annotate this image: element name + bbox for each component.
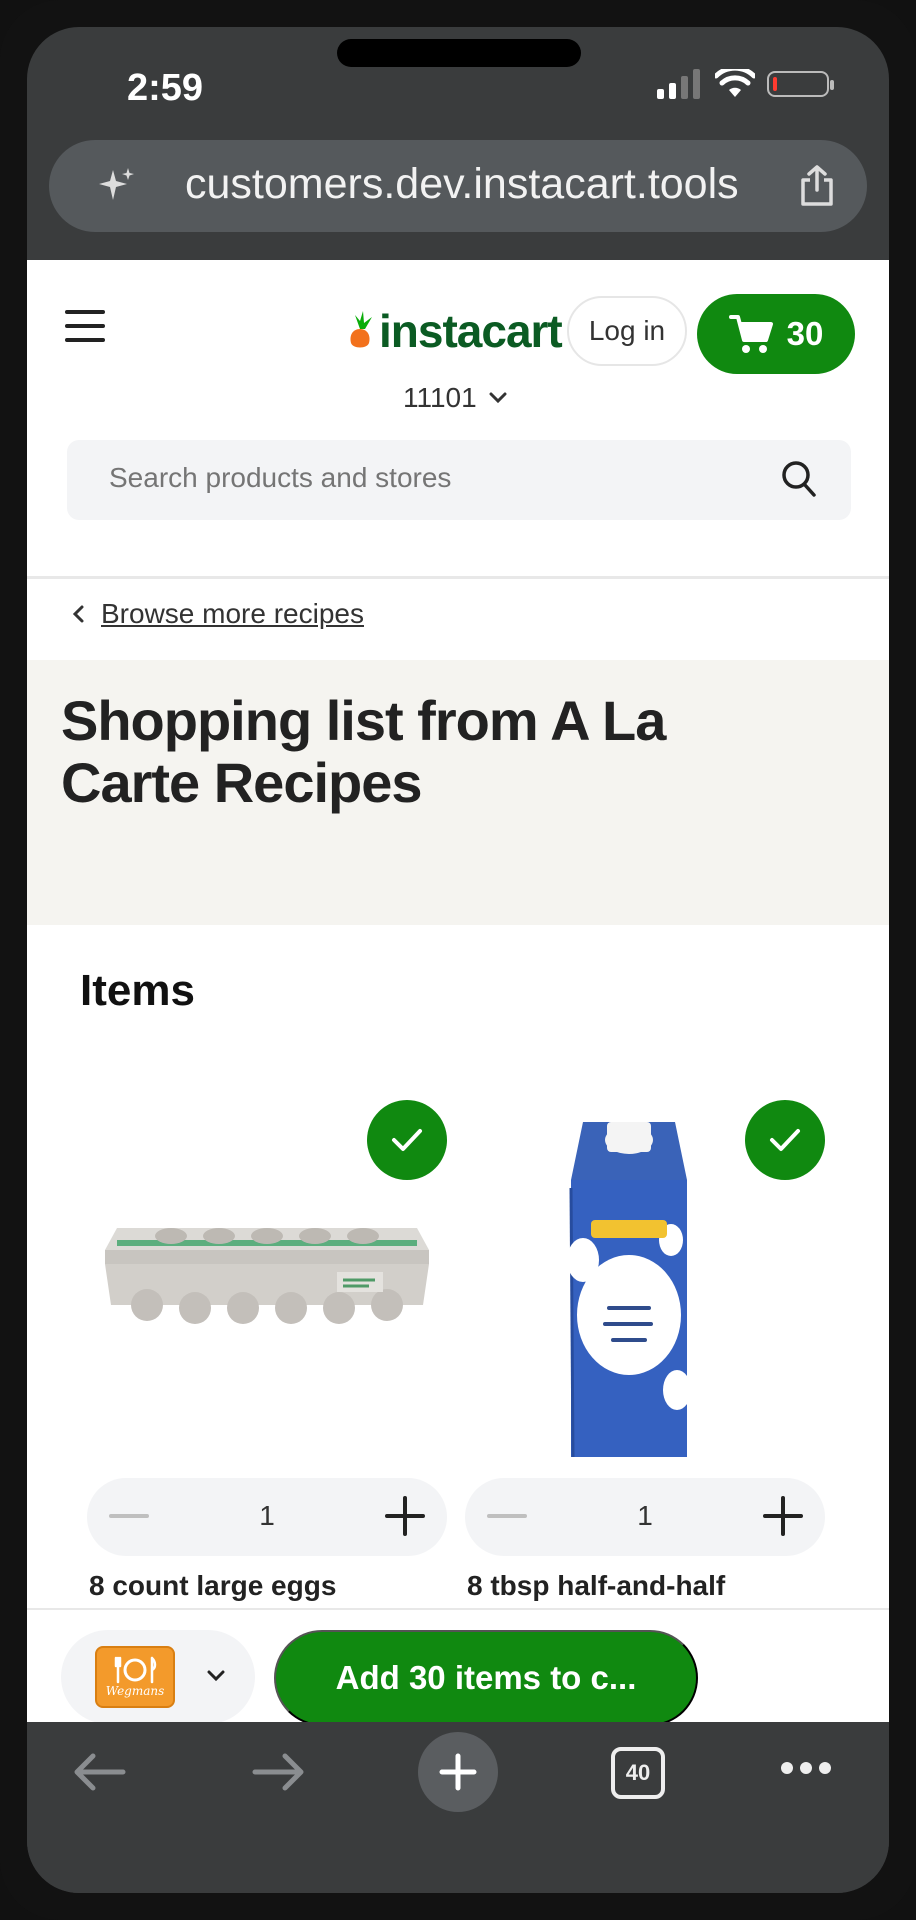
selected-checkmark[interactable] [367,1100,447,1180]
share-icon[interactable] [797,164,837,208]
carrot-icon [350,311,372,348]
address-bar[interactable]: customers.dev.instacart.tools [49,140,867,232]
sparkle-icon[interactable] [97,166,137,206]
page-title: Shopping list from A La Carte Recipes [61,689,666,814]
plus-icon[interactable] [761,1494,805,1538]
cart-button[interactable]: 30 [697,294,855,374]
header-divider [27,576,889,579]
product-card[interactable]: 1 8 tbsp half-and-half [465,1060,825,1601]
wifi-icon [715,69,755,97]
device-screen: 2:59 customers.dev.instacart.tools insta… [27,27,889,1893]
product-name[interactable]: 8 count large eggs [89,1570,336,1602]
dynamic-island [337,39,581,67]
cellular-signal-icon [657,69,700,99]
plus-icon [439,1753,477,1791]
status-time: 2:59 [127,67,204,109]
tab-switcher-button[interactable]: 40 [611,1747,665,1799]
store-logo: Wegmans [95,1646,175,1708]
search-bar[interactable] [67,440,851,520]
store-logo-mark [114,1656,157,1684]
check-icon [392,1129,422,1151]
recipe-hero: Shopping list from A La Carte Recipes [27,660,889,925]
zip-code-label: 11101 [403,382,477,413]
add-to-cart-button[interactable]: Add 30 items to c... [274,1630,698,1722]
items-heading: Items [80,966,195,1015]
check-icon [770,1129,800,1151]
login-button[interactable]: Log in [567,296,687,366]
logo-text: instacart [379,305,563,357]
quantity-stepper[interactable]: 1 [87,1478,447,1556]
browser-toolbar: 40 [27,1722,889,1893]
chevron-down-icon [489,392,507,404]
search-input[interactable] [109,462,709,494]
chevron-left-icon [72,605,84,623]
product-card[interactable]: 1 8 count large eggs [87,1060,447,1601]
store-selector[interactable]: Wegmans [61,1630,255,1722]
breadcrumb[interactable]: Browse more recipes [71,598,364,630]
back-arrow-icon[interactable] [71,1752,127,1792]
device-frame: 2:59 customers.dev.instacart.tools insta… [0,0,916,1920]
battery-icon [767,71,834,97]
menu-icon[interactable] [65,310,105,342]
store-logo-text: Wegmans [105,1684,165,1698]
url-text[interactable]: customers.dev.instacart.tools [185,160,739,209]
new-tab-button[interactable] [418,1732,498,1812]
instacart-logo[interactable]: instacart [345,304,563,358]
more-options-icon[interactable] [779,1760,833,1776]
zip-code-selector[interactable]: 11101 [403,382,507,414]
browse-recipes-link[interactable]: Browse more recipes [101,598,364,630]
cart-count: 30 [786,315,824,352]
web-page: instacart Log in 30 11101 Search product… [27,260,889,1722]
product-name[interactable]: 8 tbsp half-and-half [467,1570,725,1602]
bottom-action-bar: Wegmans Add 30 items to c... [27,1608,889,1722]
search-icon[interactable] [781,460,817,498]
quantity-stepper[interactable]: 1 [465,1478,825,1556]
plus-icon[interactable] [383,1494,427,1538]
forward-arrow-icon[interactable] [251,1752,307,1792]
selected-checkmark[interactable] [745,1100,825,1180]
chevron-down-icon [207,1670,225,1682]
cart-icon [728,315,773,353]
